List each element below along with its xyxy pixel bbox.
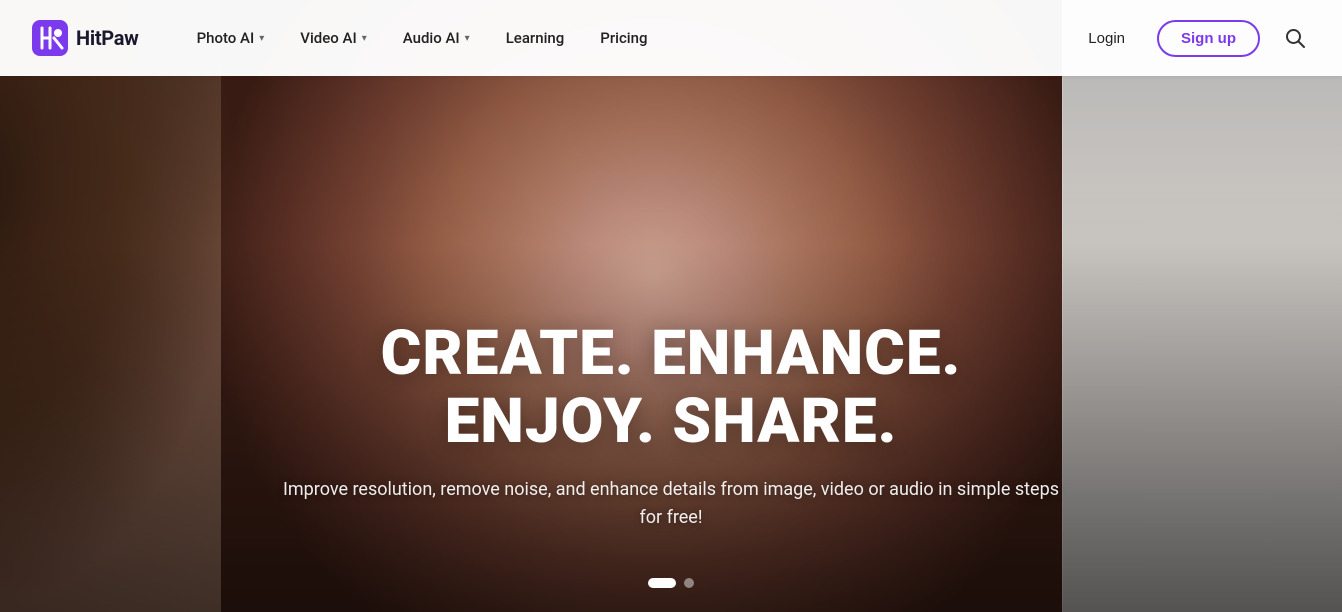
nav-pricing[interactable]: Pricing xyxy=(582,0,665,76)
logo-icon xyxy=(32,20,68,56)
video-ai-chevron-icon: ▾ xyxy=(362,33,367,44)
signup-button[interactable]: Sign up xyxy=(1157,20,1260,57)
nav-learning[interactable]: Learning xyxy=(488,0,583,76)
hero-section: CREATE. ENHANCE. ENJOY. SHARE. Improve r… xyxy=(0,0,1342,612)
audio-ai-chevron-icon: ▾ xyxy=(465,33,470,44)
nav-right: Login Sign up xyxy=(1076,20,1310,57)
hero-subtext: Improve resolution, remove noise, and en… xyxy=(271,476,1071,532)
nav-links: Photo AI ▾ Video AI ▾ Audio AI ▾ Learnin… xyxy=(179,0,1077,76)
logo-link[interactable]: HitPaw xyxy=(32,20,139,56)
nav-video-ai[interactable]: Video AI ▾ xyxy=(282,0,384,76)
carousel-dots xyxy=(648,578,694,588)
photo-ai-chevron-icon: ▾ xyxy=(259,33,264,44)
carousel-dot-2[interactable] xyxy=(684,578,694,588)
nav-photo-ai[interactable]: Photo AI ▾ xyxy=(179,0,283,76)
hero-headline: CREATE. ENHANCE. ENJOY. SHARE. xyxy=(271,320,1071,456)
carousel-dot-1[interactable] xyxy=(648,578,676,588)
nav-audio-ai[interactable]: Audio AI ▾ xyxy=(385,0,488,76)
login-button[interactable]: Login xyxy=(1076,22,1137,55)
hero-content: CREATE. ENHANCE. ENJOY. SHARE. Improve r… xyxy=(271,320,1071,532)
navbar: HitPaw Photo AI ▾ Video AI ▾ Audio AI ▾ … xyxy=(0,0,1342,76)
brand-name: HitPaw xyxy=(76,26,139,50)
search-icon xyxy=(1284,27,1306,49)
search-button[interactable] xyxy=(1280,23,1310,53)
